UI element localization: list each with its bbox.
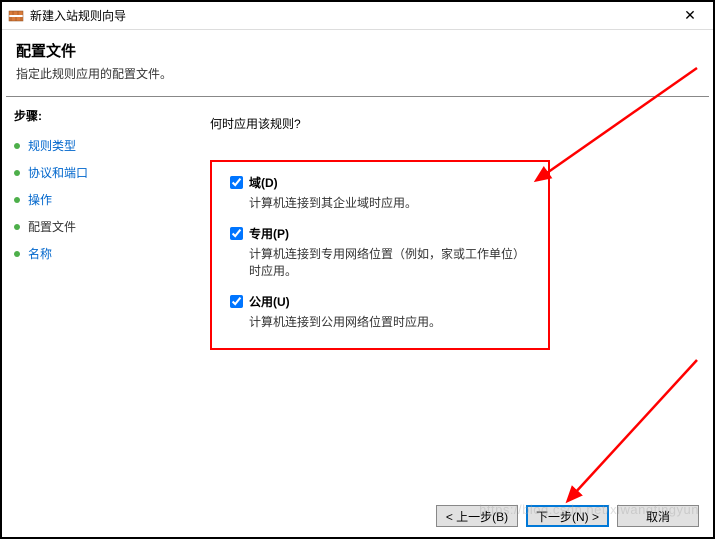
step-label: 名称 bbox=[28, 245, 52, 262]
step-action[interactable]: 操作 bbox=[14, 186, 182, 213]
option-domain-desc: 计算机连接到其企业域时应用。 bbox=[249, 194, 530, 211]
steps-title: 步骤: bbox=[14, 107, 182, 124]
prompt-text: 何时应用该规则? bbox=[210, 115, 693, 132]
option-private: 专用(P) 计算机连接到专用网络位置（例如，家或工作单位）时应用。 bbox=[230, 225, 530, 279]
step-protocol-port[interactable]: 协议和端口 bbox=[14, 159, 182, 186]
titlebar: 新建入站规则向导 ✕ bbox=[2, 2, 713, 30]
firewall-icon bbox=[8, 8, 24, 24]
page-title: 配置文件 bbox=[16, 40, 699, 61]
step-label: 规则类型 bbox=[28, 137, 76, 154]
step-rule-type[interactable]: 规则类型 bbox=[14, 132, 182, 159]
checkbox-private[interactable] bbox=[230, 227, 243, 240]
option-domain-row[interactable]: 域(D) bbox=[230, 174, 530, 191]
option-public-row[interactable]: 公用(U) bbox=[230, 293, 530, 310]
checkbox-public[interactable] bbox=[230, 295, 243, 308]
option-public-desc: 计算机连接到公用网络位置时应用。 bbox=[249, 313, 530, 330]
next-button[interactable]: 下一步(N) > bbox=[526, 505, 609, 527]
wizard-header: 配置文件 指定此规则应用的配置文件。 bbox=[2, 30, 713, 96]
step-name[interactable]: 名称 bbox=[14, 240, 182, 267]
option-private-row[interactable]: 专用(P) bbox=[230, 225, 530, 242]
option-private-desc: 计算机连接到专用网络位置（例如，家或工作单位）时应用。 bbox=[249, 245, 530, 279]
bullet-icon bbox=[14, 224, 20, 230]
wizard-footer: < 上一步(B) 下一步(N) > 取消 bbox=[436, 505, 699, 527]
back-button[interactable]: < 上一步(B) bbox=[436, 505, 518, 527]
bullet-icon bbox=[14, 170, 20, 176]
option-public: 公用(U) 计算机连接到公用网络位置时应用。 bbox=[230, 293, 530, 330]
step-profile[interactable]: 配置文件 bbox=[14, 213, 182, 240]
step-label: 配置文件 bbox=[28, 218, 76, 235]
option-public-label: 公用(U) bbox=[249, 293, 290, 310]
checkbox-domain[interactable] bbox=[230, 176, 243, 189]
wizard-window: 新建入站规则向导 ✕ 配置文件 指定此规则应用的配置文件。 步骤: 规则类型 协… bbox=[0, 0, 715, 539]
bullet-icon bbox=[14, 143, 20, 149]
bullet-icon bbox=[14, 197, 20, 203]
main-panel: 何时应用该规则? 域(D) 计算机连接到其企业域时应用。 专用(P) 计算机连接… bbox=[194, 97, 713, 497]
cancel-button[interactable]: 取消 bbox=[617, 505, 699, 527]
option-private-label: 专用(P) bbox=[249, 225, 289, 242]
step-label: 操作 bbox=[28, 191, 52, 208]
option-domain-label: 域(D) bbox=[249, 174, 278, 191]
steps-sidebar: 步骤: 规则类型 协议和端口 操作 配置文件 名称 bbox=[2, 97, 194, 497]
options-highlight-box: 域(D) 计算机连接到其企业域时应用。 专用(P) 计算机连接到专用网络位置（例… bbox=[210, 160, 550, 350]
wizard-body: 步骤: 规则类型 协议和端口 操作 配置文件 名称 何时 bbox=[2, 97, 713, 497]
close-icon: ✕ bbox=[684, 7, 696, 24]
bullet-icon bbox=[14, 251, 20, 257]
option-domain: 域(D) 计算机连接到其企业域时应用。 bbox=[230, 174, 530, 211]
page-subtitle: 指定此规则应用的配置文件。 bbox=[16, 65, 699, 82]
close-button[interactable]: ✕ bbox=[673, 3, 707, 29]
window-title: 新建入站规则向导 bbox=[30, 7, 673, 24]
step-label: 协议和端口 bbox=[28, 164, 88, 181]
